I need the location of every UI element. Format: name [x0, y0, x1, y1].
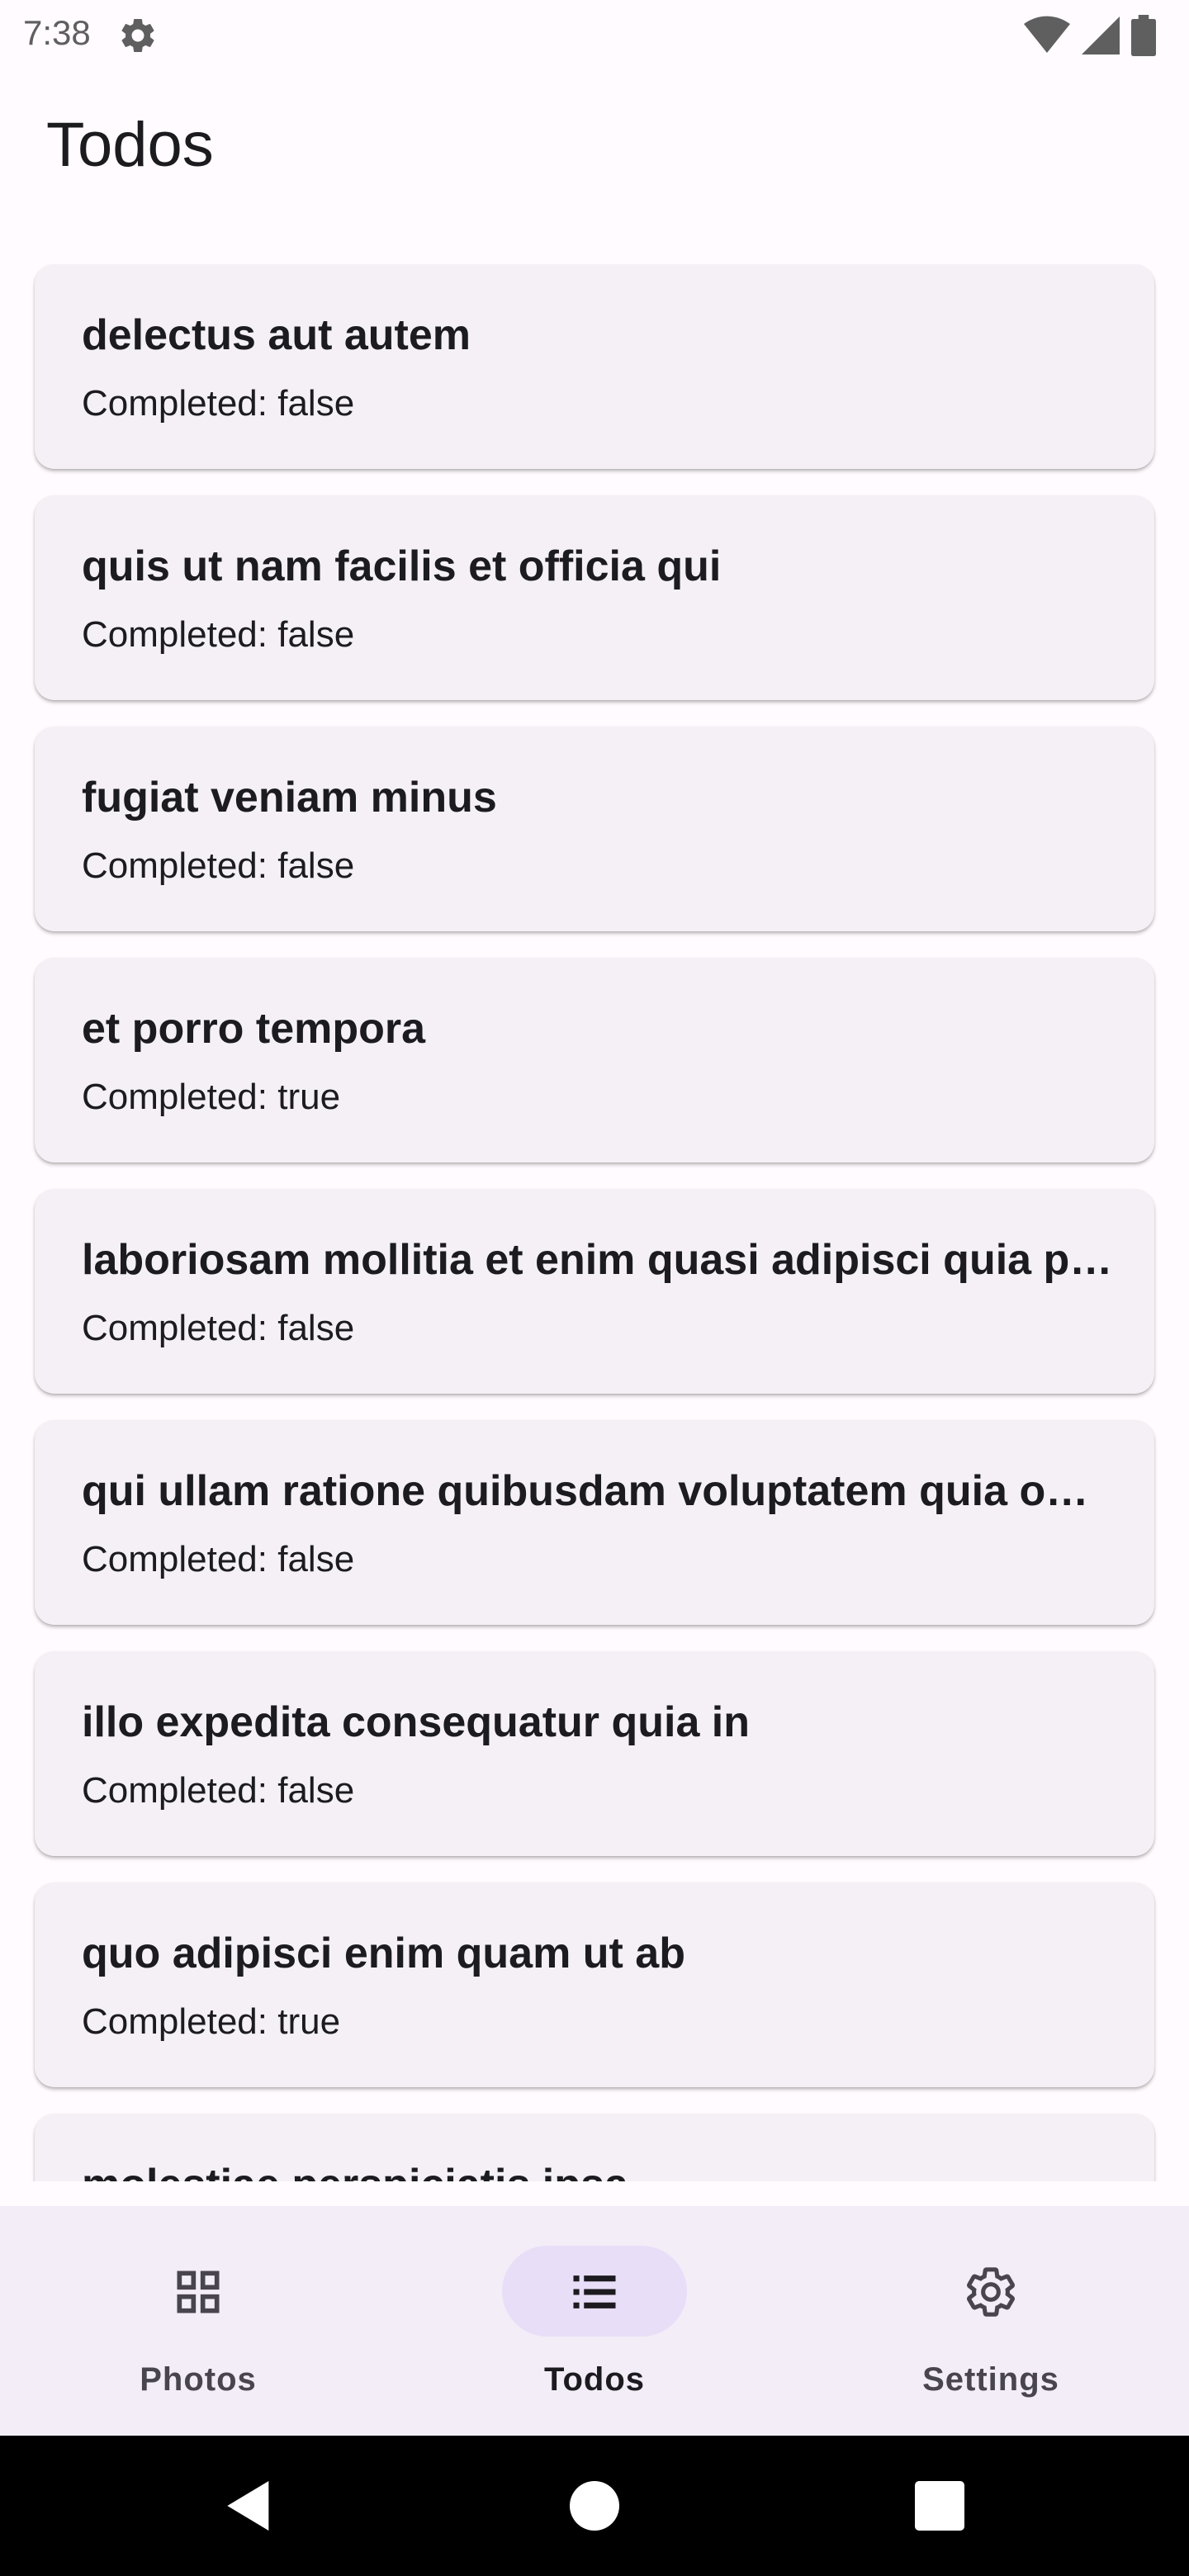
todo-card[interactable]: molestiae perspiciatis ipsa: [35, 2114, 1154, 2181]
todo-card[interactable]: quo adipisci enim quam ut ab Completed: …: [35, 1882, 1154, 2087]
todo-card[interactable]: quis ut nam facilis et officia qui Compl…: [35, 495, 1154, 700]
gear-icon: [967, 2267, 1015, 2317]
status-bar: 7:38: [0, 0, 1189, 69]
todo-title: molestiae perspiciatis ipsa: [82, 2160, 1114, 2181]
todo-status: Completed: false: [82, 845, 355, 886]
status-icons: [1024, 15, 1156, 56]
recents-icon[interactable]: [907, 2473, 973, 2539]
todo-title: fugiat veniam minus: [82, 774, 497, 822]
settings-icon: [121, 18, 154, 52]
todo-card[interactable]: illo expedita consequatur quia in Comple…: [35, 1651, 1154, 1856]
todo-title: qui ullam ratione quibusdam voluptatem q…: [82, 1467, 1114, 1515]
todo-card[interactable]: laboriosam mollitia et enim quasi adipis…: [35, 1189, 1154, 1394]
todo-card[interactable]: delectus aut autem Completed: false: [35, 264, 1154, 469]
todo-status: Completed: false: [82, 614, 355, 655]
todo-status: Completed: true: [82, 2001, 341, 2042]
todo-card[interactable]: fugiat veniam minus Completed: false: [35, 727, 1154, 931]
back-icon[interactable]: [216, 2473, 282, 2539]
wifi-icon: [1024, 16, 1070, 54]
nav-label-settings: Settings: [922, 2361, 1059, 2398]
list-icon: [573, 2275, 616, 2308]
todo-card[interactable]: qui ullam ratione quibusdam voluptatem q…: [35, 1420, 1154, 1625]
todo-card[interactable]: et porro tempora Completed: true: [35, 958, 1154, 1163]
status-time: 7:38: [23, 13, 91, 52]
nav-item-settings[interactable]: Settings: [793, 2206, 1189, 2436]
bottom-navigation: Photos Todos Settings: [0, 2206, 1189, 2436]
todo-status: Completed: false: [82, 1308, 355, 1348]
nav-label-todos: Todos: [543, 2361, 645, 2398]
battery-icon: [1131, 15, 1156, 56]
todo-title: delectus aut autem: [82, 311, 471, 359]
todo-status: Completed: false: [82, 1770, 355, 1811]
todo-title: quis ut nam facilis et officia qui: [82, 542, 722, 590]
todo-status: Completed: false: [82, 383, 355, 424]
signal-icon: [1082, 17, 1120, 54]
nav-label-photos: Photos: [140, 2361, 257, 2398]
todo-status: Completed: true: [82, 1077, 341, 1117]
todo-title: et porro tempora: [82, 1005, 426, 1053]
todo-title: illo expedita consequatur quia in: [82, 1698, 751, 1746]
screen: 7:38 Todos delectus aut autem Completed:…: [0, 0, 1189, 2576]
system-navigation-bar: [0, 2436, 1189, 2576]
grid-icon: [177, 2271, 220, 2313]
nav-item-todos[interactable]: Todos: [396, 2206, 793, 2436]
nav-item-photos[interactable]: Photos: [0, 2206, 396, 2436]
home-icon[interactable]: [561, 2473, 628, 2539]
todo-list[interactable]: delectus aut autem Completed: false quis…: [0, 264, 1189, 2181]
todo-title: laboriosam mollitia et enim quasi adipis…: [82, 1236, 1114, 1284]
todo-status: Completed: false: [82, 1539, 355, 1579]
page-title: Todos: [46, 110, 214, 180]
todo-title: quo adipisci enim quam ut ab: [82, 1930, 685, 1977]
